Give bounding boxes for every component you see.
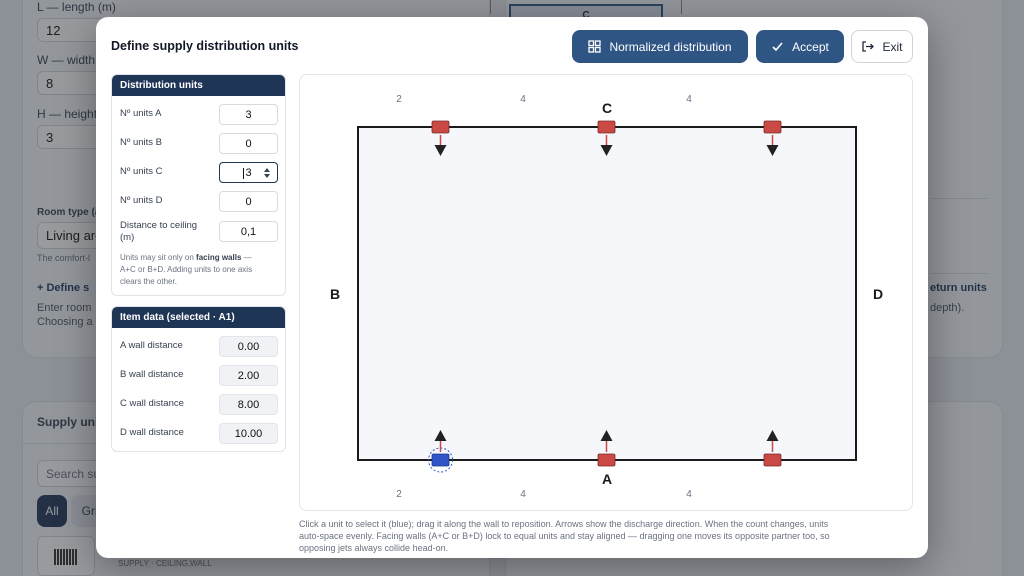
note-text: clears the other. bbox=[120, 277, 177, 286]
check-icon bbox=[772, 42, 783, 52]
floor-plan-svg[interactable]: C A B D 2 4 4 2 4 4 bbox=[300, 75, 913, 511]
ceiling-distance-label: Distance to ceiling (m) bbox=[120, 220, 197, 244]
spinner-arrows-icon[interactable] bbox=[263, 167, 271, 179]
help-text-line: Click a unit to select it (blue); drag i… bbox=[299, 519, 829, 529]
wall-d-label: D bbox=[873, 286, 883, 302]
item-data-panel: Item data (selected · A1) A wall distanc… bbox=[111, 306, 286, 452]
c-wall-distance-value: 8.00 bbox=[219, 394, 278, 415]
units-d-input[interactable]: 0 bbox=[219, 191, 278, 212]
b-wall-distance-label: B wall distance bbox=[120, 369, 184, 380]
wall-b-label: B bbox=[330, 286, 340, 302]
dialog-title: Define supply distribution units bbox=[111, 39, 299, 53]
d-wall-distance-value: 10.00 bbox=[219, 423, 278, 444]
help-text-line: opposing jets always collide head-on. bbox=[299, 543, 449, 553]
spacing-label-top: 2 bbox=[396, 94, 402, 105]
units-d-label: Nº units D bbox=[120, 195, 163, 206]
grid-icon bbox=[588, 40, 602, 53]
facing-walls-note: Units may sit only on facing walls — A+C… bbox=[120, 252, 280, 288]
ceiling-distance-label-line2: (m) bbox=[120, 232, 135, 243]
distribution-units-panel: Distribution units Nº units A 3 Nº units… bbox=[111, 74, 286, 296]
spacing-label-bottom: 4 bbox=[520, 489, 526, 500]
spacing-label-top: 4 bbox=[520, 94, 526, 105]
item-data-header: Item data (selected · A1) bbox=[112, 307, 285, 328]
distribution-units-header: Distribution units bbox=[112, 75, 285, 96]
note-text: — bbox=[241, 253, 252, 262]
help-text-line: auto-space evenly. Facing walls (A+C or … bbox=[299, 531, 830, 541]
a-wall-distance-label: A wall distance bbox=[120, 340, 183, 351]
b-wall-distance-value: 2.00 bbox=[219, 365, 278, 386]
exit-icon bbox=[862, 41, 875, 52]
accept-label: Accept bbox=[792, 39, 829, 54]
supply-distribution-dialog: Define supply distribution units Normali… bbox=[96, 17, 928, 558]
a-wall-distance-value: 0.00 bbox=[219, 336, 278, 357]
c-wall-distance-label: C wall distance bbox=[120, 398, 184, 409]
spacing-label-top: 4 bbox=[686, 94, 692, 105]
note-text: A+C or B+D. Adding units to one axis bbox=[120, 265, 253, 274]
accept-button[interactable]: Accept bbox=[756, 30, 844, 63]
units-b-input[interactable]: 0 bbox=[219, 133, 278, 154]
units-c-input[interactable]: 3 bbox=[219, 162, 278, 183]
floor-plan-canvas[interactable]: C A B D 2 4 4 2 4 4 bbox=[299, 74, 913, 511]
units-c-value: 3 bbox=[245, 166, 252, 179]
text-caret bbox=[243, 168, 244, 179]
note-bold-text: facing walls bbox=[196, 253, 242, 262]
ceiling-distance-input[interactable]: 0,1 bbox=[219, 221, 278, 242]
normalized-distribution-label: Normalized distribution bbox=[609, 39, 732, 54]
note-text: Units may sit only on bbox=[120, 253, 194, 262]
help-text: Click a unit to select it (blue); drag i… bbox=[299, 518, 913, 554]
exit-label: Exit bbox=[882, 39, 903, 54]
units-c-label: Nº units C bbox=[120, 166, 163, 177]
d-wall-distance-label: D wall distance bbox=[120, 427, 184, 438]
spacing-label-bottom: 4 bbox=[686, 489, 692, 500]
spacing-label-bottom: 2 bbox=[396, 489, 402, 500]
wall-a-label: A bbox=[602, 471, 612, 487]
room-outline bbox=[357, 126, 857, 461]
units-b-label: Nº units B bbox=[120, 137, 163, 148]
exit-button[interactable]: Exit bbox=[851, 30, 913, 63]
units-a-input[interactable]: 3 bbox=[219, 104, 278, 125]
ceiling-distance-label-line1: Distance to ceiling bbox=[120, 220, 198, 231]
wall-c-label: C bbox=[602, 100, 612, 116]
normalized-distribution-button[interactable]: Normalized distribution bbox=[572, 30, 748, 63]
units-a-label: Nº units A bbox=[120, 108, 162, 119]
